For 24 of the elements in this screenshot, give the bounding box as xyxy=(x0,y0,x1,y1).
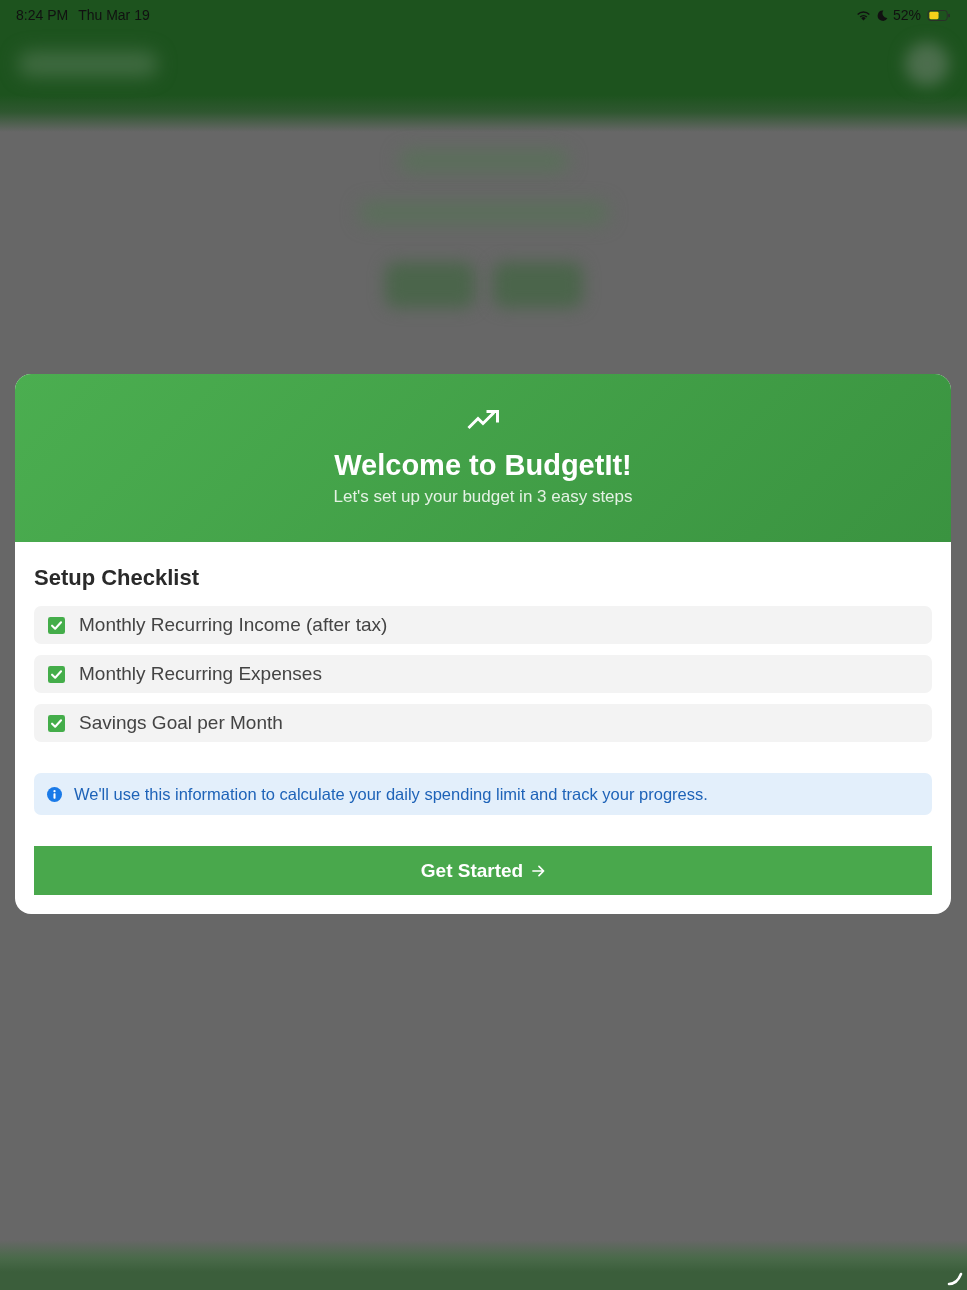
checkbox-icon[interactable] xyxy=(48,616,65,634)
dialog-subtitle: Let's set up your budget in 3 easy steps xyxy=(333,486,633,508)
dialog-title: Welcome to BudgetIt! xyxy=(334,448,632,483)
moon-icon xyxy=(876,9,888,21)
checklist-title: Setup Checklist xyxy=(34,564,201,592)
checklist-item[interactable]: Savings Goal per Month xyxy=(34,704,932,742)
battery-icon xyxy=(927,9,951,21)
trending-up-icon xyxy=(467,410,499,430)
checklist-label: Savings Goal per Month xyxy=(79,712,283,734)
checklist-label: Monthly Recurring Income (after tax) xyxy=(79,614,388,636)
wifi-icon xyxy=(855,9,871,21)
checkbox-icon[interactable] xyxy=(48,665,65,683)
checklist-label: Monthly Recurring Expenses xyxy=(79,663,322,685)
checklist-item[interactable]: Monthly Recurring Income (after tax) xyxy=(34,606,932,644)
battery-percent: 52% xyxy=(892,7,921,23)
checkbox-icon[interactable] xyxy=(48,714,65,732)
status-time: 8:24 PM xyxy=(16,7,69,23)
corner-handle-icon xyxy=(947,1272,963,1286)
arrow-right-icon xyxy=(532,864,546,877)
info-text: We'll use this information to calculate your daily spending limit and track your progress. xyxy=(74,784,708,804)
blurred-header-shape xyxy=(905,42,949,86)
status-date: Thu Mar 19 xyxy=(78,7,150,23)
checklist-item[interactable]: Monthly Recurring Expenses xyxy=(34,655,932,693)
info-icon xyxy=(47,786,62,802)
